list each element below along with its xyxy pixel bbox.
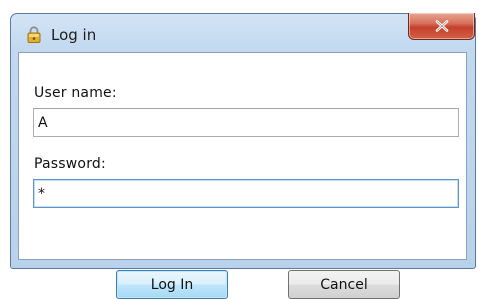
lock-icon <box>27 26 41 43</box>
close-icon <box>435 17 449 36</box>
password-label: Password: <box>34 156 106 172</box>
window-title: Log in <box>51 26 97 44</box>
dialog-content: User name: Password: Log In Cancel <box>18 52 467 299</box>
login-button[interactable]: Log In <box>116 270 228 299</box>
username-label: User name: <box>34 85 117 101</box>
cancel-button[interactable]: Cancel <box>288 270 400 299</box>
close-button[interactable] <box>408 13 475 40</box>
username-input[interactable] <box>33 108 459 137</box>
title-bar[interactable]: Log in <box>11 13 475 50</box>
login-dialog: Log in User name: Password: Log In Cance… <box>10 13 476 299</box>
password-input[interactable] <box>33 179 459 208</box>
